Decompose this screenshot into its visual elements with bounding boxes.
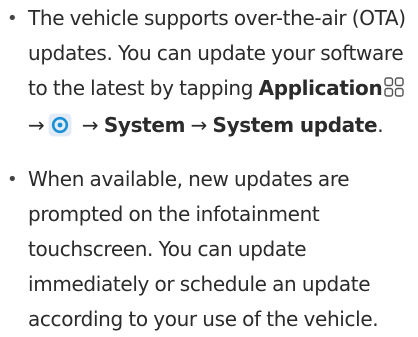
list-item-available-updates: • When available, new updates are prompt… (0, 162, 418, 337)
text-line: prompted on the infotainment (28, 202, 320, 226)
list-item-ota-updates: • The vehicle supports over-the-air (OTA… (0, 1, 418, 148)
arrow-glyph: → (28, 113, 45, 137)
bullet-dot: • (7, 8, 18, 29)
application-label: Application (258, 76, 383, 100)
arrow-glyph: → (76, 113, 104, 137)
text-line: immediately or schedule an update (28, 272, 371, 296)
update-info-list: • The vehicle supports over-the-air (OTA… (0, 0, 418, 337)
period: . (377, 113, 384, 137)
system-label: System (103, 113, 186, 137)
text-line: to the latest by tapping Application (28, 71, 410, 108)
application-grid-icon (384, 73, 405, 108)
text-line: updates. You can update your software (28, 41, 404, 65)
text-line: → → System → System update. (28, 108, 410, 148)
text-line: touchscreen. You can update (28, 237, 307, 261)
text-line: When available, new updates are (28, 167, 350, 191)
text-line: The vehicle supports over-the-air (OTA) (28, 6, 406, 30)
arrow-glyph: → (185, 113, 213, 137)
settings-app-icon (48, 113, 72, 148)
text-run: to the latest by tapping (28, 76, 259, 100)
text-line: according to your use of the vehicle. (28, 307, 379, 331)
bullet-dot: • (7, 169, 18, 190)
system-update-label: System update (212, 113, 378, 137)
